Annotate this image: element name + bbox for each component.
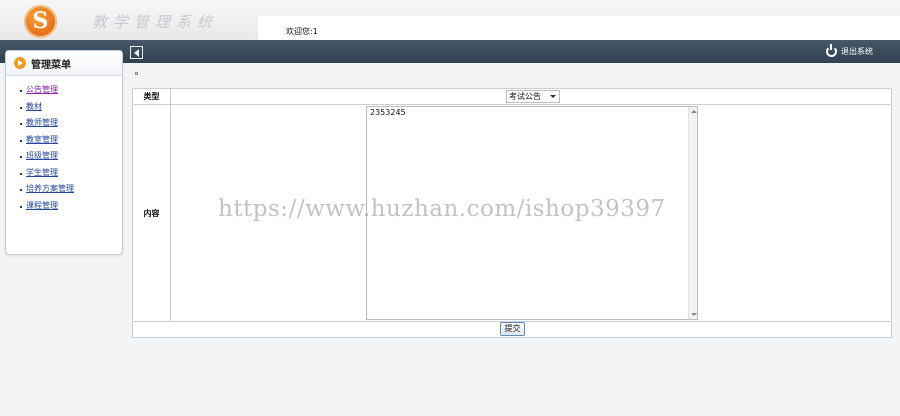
welcome-panel: 欢迎您:1	[258, 16, 900, 40]
sidebar-item-training-plans: 培养方案管理	[20, 183, 122, 200]
logout-label: 退出系统	[841, 46, 873, 56]
submit-button[interactable]: 提交	[500, 322, 525, 336]
sidebar-item-classrooms: 教室管理	[20, 134, 122, 151]
welcome-user: 1	[312, 27, 318, 36]
sidebar-item-students: 学生管理	[20, 167, 122, 184]
sidebar-link-training-plans[interactable]: 培养方案管理	[26, 184, 74, 193]
welcome-text: 欢迎您:1	[286, 26, 318, 37]
breadcrumb-marker	[135, 72, 138, 75]
sidebar-item-textbooks: 教材	[20, 101, 122, 118]
watermark: https://www.huzhan.com/ishop39397	[218, 196, 666, 222]
sidebar-link-teachers[interactable]: 教师管理	[26, 118, 58, 127]
welcome-label: 欢迎您:	[286, 27, 313, 36]
sidebar-item-announcements: 公告管理	[20, 84, 122, 101]
sidebar-link-classes[interactable]: 班级管理	[26, 151, 58, 160]
top-header: S 教学管理系统 欢迎您:1	[0, 0, 900, 40]
sidebar-item-classes: 班级管理	[20, 150, 122, 167]
sidebar: 管理菜单 公告管理 教材 教师管理 教室管理 班级管理 学生管理 培养方案管理 …	[5, 50, 123, 255]
logo: S	[24, 5, 57, 38]
scroll-down-icon[interactable]	[691, 313, 697, 316]
sidebar-title: 管理菜单	[31, 59, 71, 71]
sidebar-link-announcements[interactable]: 公告管理	[26, 85, 58, 94]
sidebar-link-textbooks[interactable]: 教材	[26, 102, 42, 111]
collapse-sidebar-icon[interactable]	[130, 46, 143, 59]
sidebar-item-courses: 课程管理	[20, 200, 122, 217]
submit-row: 提交	[133, 322, 891, 337]
scroll-up-icon[interactable]	[691, 110, 697, 113]
arrow-right-icon	[14, 57, 26, 69]
textarea-scrollbar[interactable]	[688, 107, 697, 319]
content-text: 2353245	[370, 108, 406, 117]
type-select-value: 考试公告	[509, 92, 541, 101]
sidebar-link-courses[interactable]: 课程管理	[26, 201, 58, 210]
logout-button[interactable]: 退出系统	[826, 43, 873, 58]
power-icon	[826, 43, 837, 57]
chevron-down-icon	[550, 95, 556, 98]
sidebar-header: 管理菜单	[6, 51, 122, 76]
sidebar-link-classrooms[interactable]: 教室管理	[26, 135, 58, 144]
type-row: 类型 考试公告	[133, 89, 891, 105]
sidebar-link-students[interactable]: 学生管理	[26, 168, 58, 177]
type-select[interactable]: 考试公告	[506, 90, 560, 103]
menu-list: 公告管理 教材 教师管理 教室管理 班级管理 学生管理 培养方案管理 课程管理	[20, 84, 122, 217]
content-label: 内容	[133, 105, 171, 321]
type-label: 类型	[133, 89, 171, 104]
brand-title: 教学管理系统	[92, 13, 219, 31]
logo-letter: S	[32, 8, 49, 34]
sidebar-item-teachers: 教师管理	[20, 117, 122, 134]
